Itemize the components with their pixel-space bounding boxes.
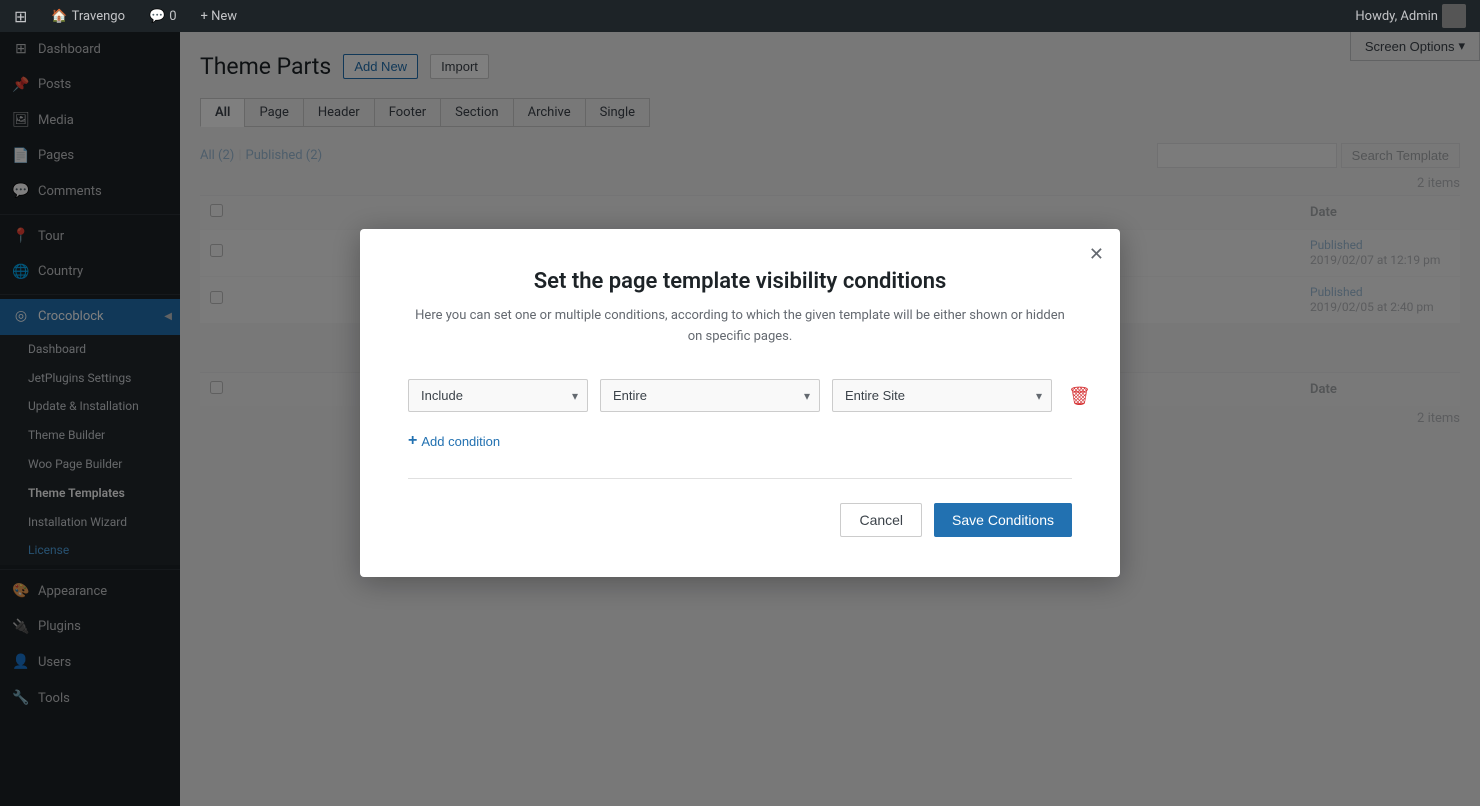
trash-icon: 🗑 [1068,386,1091,406]
cancel-button[interactable]: Cancel [840,503,922,537]
avatar [1442,4,1466,28]
wp-logo[interactable]: ⊞ [8,0,33,32]
new-content-button[interactable]: + New [195,0,244,32]
modal-actions: Cancel Save Conditions [408,503,1072,537]
include-select[interactable]: Include Exclude [408,379,588,412]
comments-icon: 💬 [149,9,165,24]
add-condition-button[interactable]: + Add condition [408,428,500,454]
condition-row: Include Exclude Entire Singular Archive … [408,379,1072,412]
home-icon: 🏠 [51,9,67,24]
delete-condition-button[interactable]: 🗑 [1064,383,1095,409]
entire-select[interactable]: Entire Singular Archive [600,379,820,412]
site-select-wrapper: Entire Site Front Page Posts Page [832,379,1052,412]
modal-close-button[interactable]: ✕ [1089,245,1104,263]
visibility-conditions-modal: ✕ Set the page template visibility condi… [360,229,1120,578]
site-select[interactable]: Entire Site Front Page Posts Page [832,379,1052,412]
plus-icon: + [408,432,417,450]
include-select-wrapper: Include Exclude [408,379,588,412]
modal-divider [408,478,1072,479]
modal-overlay: ✕ Set the page template visibility condi… [0,0,1480,806]
entire-select-wrapper: Entire Singular Archive [600,379,820,412]
comments-link[interactable]: 💬 0 [143,0,183,32]
modal-title: Set the page template visibility conditi… [408,269,1072,294]
howdy-user[interactable]: Howdy, Admin [1349,0,1472,32]
modal-description: Here you can set one or multiple conditi… [408,306,1072,348]
save-conditions-button[interactable]: Save Conditions [934,503,1072,537]
site-name[interactable]: 🏠 Travengo [45,0,131,32]
wp-icon: ⊞ [14,7,27,26]
